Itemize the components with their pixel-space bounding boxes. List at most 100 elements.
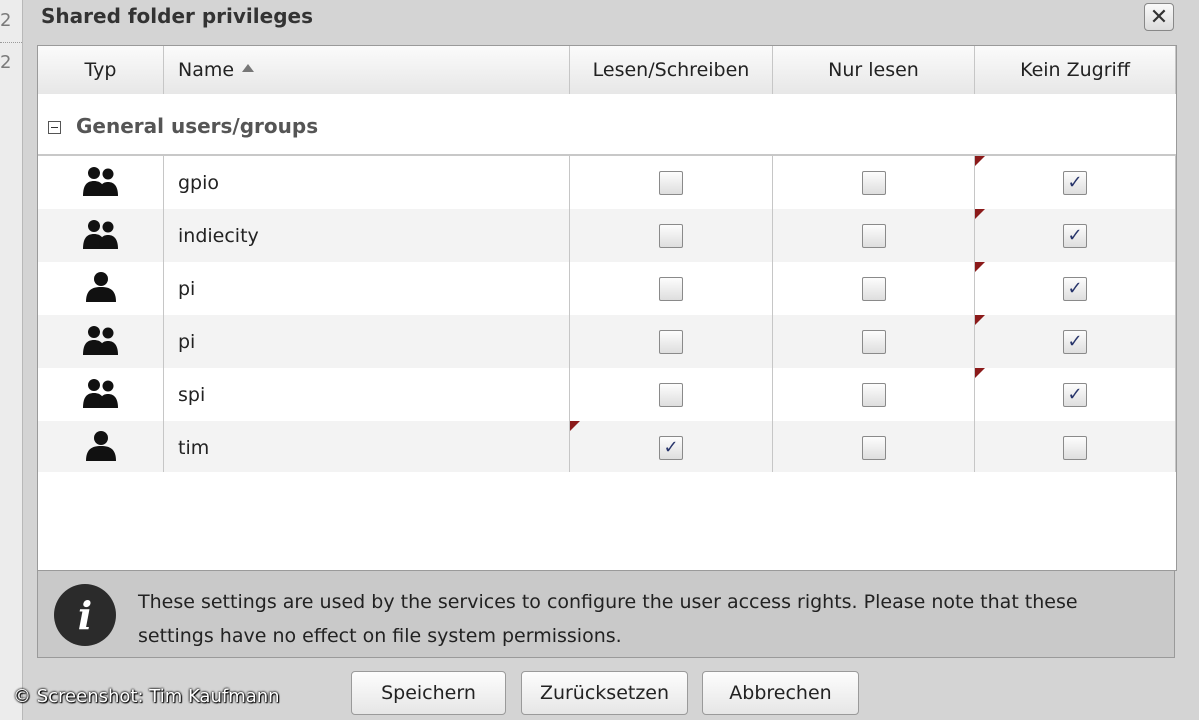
cancel-button[interactable]: Abbrechen bbox=[702, 671, 859, 715]
rw-cell bbox=[570, 262, 773, 315]
modified-flag-icon bbox=[975, 156, 985, 166]
user-icon bbox=[84, 271, 118, 307]
table-row: pi ✓ bbox=[38, 262, 1176, 315]
read-only-checkbox[interactable] bbox=[861, 329, 886, 354]
privileges-grid: Typ Name Lesen/Schreiben Nur lesen Kein … bbox=[37, 45, 1177, 571]
ro-cell bbox=[773, 156, 975, 209]
column-header-name-label: Name bbox=[178, 59, 235, 81]
grid-empty-area bbox=[38, 472, 1176, 570]
info-text: These settings are used by the services … bbox=[138, 591, 1078, 647]
table-row: spi ✓ bbox=[38, 368, 1176, 421]
row-name: gpio bbox=[178, 171, 220, 194]
column-header-no-access[interactable]: Kein Zugriff bbox=[975, 46, 1176, 94]
user-icon bbox=[84, 430, 118, 466]
none-cell: ✓ bbox=[975, 262, 1176, 315]
checkmark-icon: ✓ bbox=[1067, 330, 1083, 352]
read-only-checkbox[interactable] bbox=[861, 170, 886, 195]
ro-cell bbox=[773, 262, 975, 315]
save-button-label: Speichern bbox=[381, 682, 476, 704]
column-header-read-only-label: Nur lesen bbox=[828, 59, 919, 81]
left-strip-divider bbox=[0, 42, 22, 43]
type-cell bbox=[38, 368, 164, 421]
grid-header: Typ Name Lesen/Schreiben Nur lesen Kein … bbox=[38, 46, 1176, 95]
type-cell bbox=[38, 421, 164, 474]
rw-cell bbox=[570, 209, 773, 262]
rw-cell bbox=[570, 315, 773, 368]
name-cell: tim bbox=[164, 421, 570, 474]
no-access-checkbox[interactable]: ✓ bbox=[1063, 170, 1087, 195]
group-icon bbox=[82, 165, 119, 201]
ro-cell bbox=[773, 315, 975, 368]
table-row: pi ✓ bbox=[38, 315, 1176, 368]
read-write-checkbox[interactable]: ✓ bbox=[659, 435, 683, 460]
shared-folder-privileges-dialog: Shared folder privileges ✕ Typ Name Lese… bbox=[22, 0, 1199, 720]
read-write-checkbox[interactable] bbox=[659, 170, 683, 195]
group-icon bbox=[82, 218, 119, 254]
checkmark-icon: ✓ bbox=[1067, 383, 1083, 405]
no-access-checkbox[interactable]: ✓ bbox=[1063, 329, 1087, 354]
none-cell: ✓ bbox=[975, 209, 1176, 262]
no-access-checkbox[interactable] bbox=[1063, 435, 1087, 460]
rw-cell: ✓ bbox=[570, 421, 773, 474]
left-strip-number: 2 bbox=[0, 10, 12, 31]
none-cell: ✓ bbox=[975, 315, 1176, 368]
collapse-icon[interactable] bbox=[48, 121, 61, 134]
type-cell bbox=[38, 315, 164, 368]
none-cell: ✓ bbox=[975, 156, 1176, 209]
left-strip-number: 2 bbox=[0, 52, 12, 73]
save-button[interactable]: Speichern bbox=[351, 671, 506, 715]
type-cell bbox=[38, 156, 164, 209]
rw-cell bbox=[570, 156, 773, 209]
column-header-type-label: Typ bbox=[84, 59, 117, 81]
type-cell bbox=[38, 209, 164, 262]
checkmark-icon: ✓ bbox=[1067, 224, 1083, 246]
column-header-type[interactable]: Typ bbox=[38, 46, 164, 94]
group-header-row[interactable]: General users/groups bbox=[38, 94, 1176, 156]
screenshot-credit: © Screenshot: Tim Kaufmann bbox=[13, 686, 280, 707]
sort-ascending-icon bbox=[242, 64, 255, 72]
left-edge-strip: 2 2 bbox=[0, 0, 22, 720]
info-icon: i bbox=[54, 584, 116, 646]
table-row: indiecity ✓ bbox=[38, 209, 1176, 262]
read-only-checkbox[interactable] bbox=[861, 223, 886, 248]
modified-flag-icon bbox=[975, 315, 985, 325]
row-name: pi bbox=[178, 277, 196, 300]
checkmark-icon: ✓ bbox=[1067, 171, 1083, 193]
read-only-checkbox[interactable] bbox=[861, 382, 886, 407]
type-cell bbox=[38, 262, 164, 315]
no-access-checkbox[interactable]: ✓ bbox=[1063, 223, 1087, 248]
info-panel: i These settings are used by the service… bbox=[37, 570, 1175, 658]
checkmark-icon: ✓ bbox=[1067, 277, 1083, 299]
modified-flag-icon bbox=[570, 421, 580, 431]
group-icon bbox=[82, 324, 119, 360]
group-label: General users/groups bbox=[76, 114, 319, 138]
reset-button[interactable]: Zurücksetzen bbox=[521, 671, 688, 715]
name-cell: pi bbox=[164, 315, 570, 368]
column-header-read-write[interactable]: Lesen/Schreiben bbox=[570, 46, 773, 94]
reset-button-label: Zurücksetzen bbox=[539, 682, 670, 704]
close-icon: ✕ bbox=[1149, 4, 1169, 30]
name-cell: indiecity bbox=[164, 209, 570, 262]
none-cell: ✓ bbox=[975, 368, 1176, 421]
name-cell: spi bbox=[164, 368, 570, 421]
ro-cell bbox=[773, 421, 975, 474]
column-header-read-only[interactable]: Nur lesen bbox=[773, 46, 975, 94]
close-button[interactable]: ✕ bbox=[1144, 3, 1174, 31]
name-cell: gpio bbox=[164, 156, 570, 209]
no-access-checkbox[interactable]: ✓ bbox=[1063, 382, 1087, 407]
read-write-checkbox[interactable] bbox=[659, 276, 683, 301]
rw-cell bbox=[570, 368, 773, 421]
dialog-title: Shared folder privileges bbox=[41, 4, 313, 28]
column-header-name[interactable]: Name bbox=[164, 46, 570, 94]
read-only-checkbox[interactable] bbox=[861, 435, 886, 460]
read-write-checkbox[interactable] bbox=[659, 223, 683, 248]
no-access-checkbox[interactable]: ✓ bbox=[1063, 276, 1087, 301]
ro-cell bbox=[773, 209, 975, 262]
column-header-read-write-label: Lesen/Schreiben bbox=[592, 59, 750, 81]
read-write-checkbox[interactable] bbox=[659, 329, 683, 354]
read-write-checkbox[interactable] bbox=[659, 382, 683, 407]
ro-cell bbox=[773, 368, 975, 421]
checkmark-icon: ✓ bbox=[663, 436, 679, 458]
table-row: gpio ✓ bbox=[38, 156, 1176, 209]
read-only-checkbox[interactable] bbox=[861, 276, 886, 301]
